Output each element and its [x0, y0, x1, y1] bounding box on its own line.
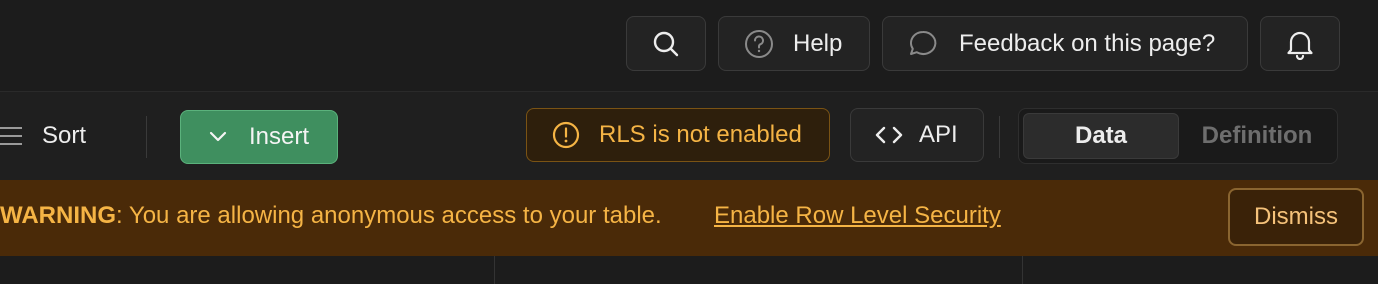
tab-definition[interactable]: Definition — [1181, 113, 1333, 159]
help-button[interactable]: Help — [718, 16, 870, 71]
column-divider — [494, 256, 495, 284]
enable-rls-link[interactable]: Enable Row Level Security — [714, 202, 1001, 230]
message-circle-icon — [907, 28, 939, 60]
column-divider — [1022, 256, 1023, 284]
rls-status-label: RLS is not enabled — [599, 121, 802, 148]
rls-warning-banner: WARNING: You are allowing anonymous acce… — [0, 180, 1378, 256]
feedback-label: Feedback on this page? — [959, 29, 1216, 57]
dismiss-label: Dismiss — [1254, 203, 1338, 230]
api-button[interactable]: API — [850, 108, 984, 162]
warning-prefix: WARNING — [0, 202, 116, 229]
list-icon — [0, 125, 24, 147]
api-label: API — [919, 121, 958, 148]
warning-message: : You are allowing anonymous access to y… — [116, 202, 662, 229]
tab-data[interactable]: Data — [1023, 113, 1179, 159]
chevron-down-icon — [209, 131, 227, 143]
help-circle-icon — [743, 28, 775, 60]
grid-header — [0, 256, 1378, 284]
dismiss-button[interactable]: Dismiss — [1228, 188, 1364, 246]
table-toolbar: Sort Insert RLS is not enabled API Data … — [0, 92, 1378, 180]
sort-label: Sort — [42, 122, 87, 149]
tab-data-label: Data — [1074, 122, 1128, 149]
top-bar: Help Feedback on this page? — [0, 0, 1378, 92]
sort-button[interactable]: Sort — [0, 116, 86, 156]
search-icon — [651, 29, 681, 59]
alert-circle-icon — [551, 120, 581, 150]
bell-icon — [1285, 28, 1315, 60]
warning-text: WARNING: You are allowing anonymous acce… — [0, 202, 662, 230]
search-button[interactable] — [626, 16, 706, 71]
view-tab-group: Data Definition — [1018, 108, 1338, 164]
notifications-button[interactable] — [1260, 16, 1340, 71]
insert-button[interactable]: Insert — [180, 110, 338, 164]
rls-status-button[interactable]: RLS is not enabled — [526, 108, 830, 162]
help-label: Help — [793, 29, 843, 57]
feedback-button[interactable]: Feedback on this page? — [882, 16, 1248, 71]
code-icon — [875, 125, 903, 145]
toolbar-divider — [999, 116, 1000, 158]
toolbar-divider — [146, 116, 147, 158]
insert-label: Insert — [249, 123, 310, 150]
tab-definition-label: Definition — [1201, 122, 1313, 149]
